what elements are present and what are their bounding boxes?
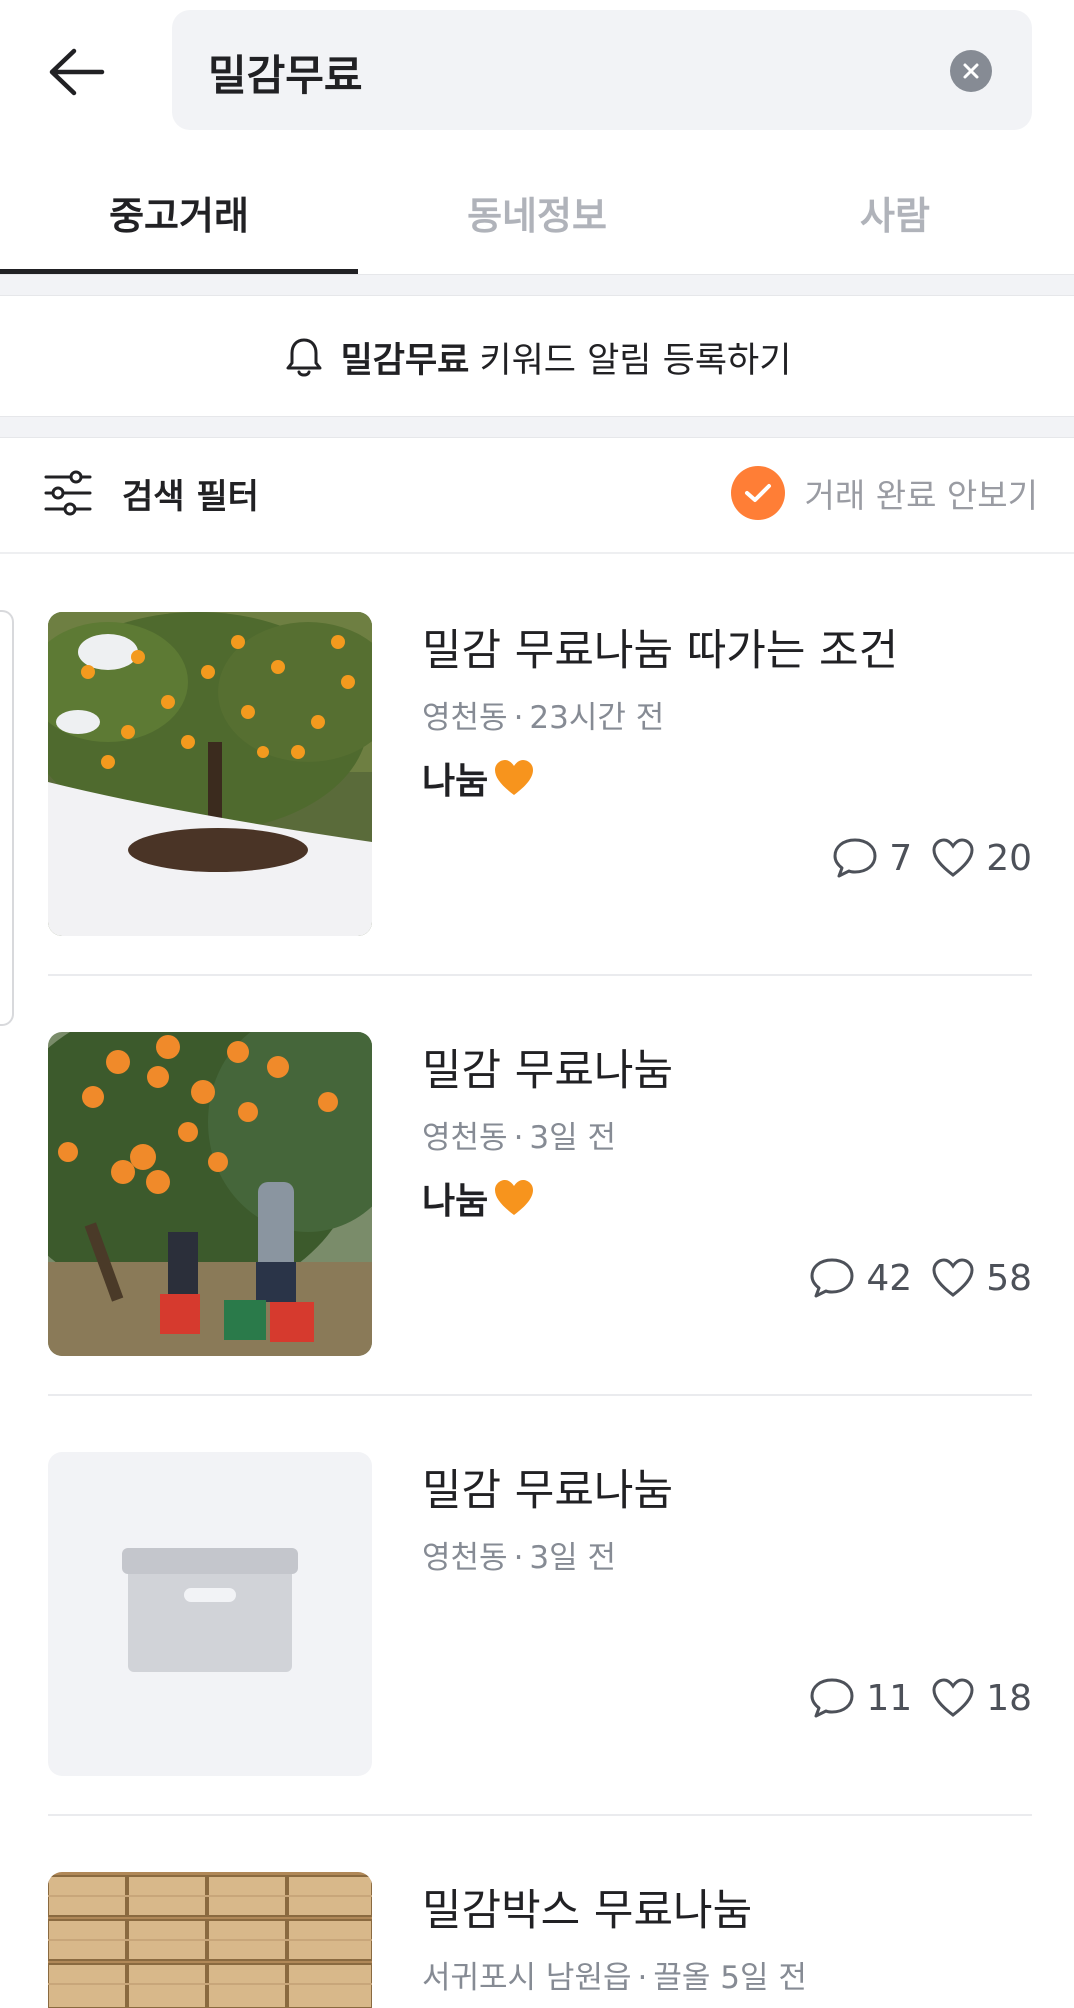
chat-bubble-icon: [833, 838, 877, 878]
item-price-text: 나눔: [422, 761, 489, 802]
item-meta: 영천동 · 3일 전: [422, 1120, 617, 1156]
clear-search-button[interactable]: [950, 50, 992, 92]
section-divider: [0, 416, 1074, 438]
item-title: 밀감 무료나눔 따가는 조건: [422, 626, 899, 676]
heart-outline-icon: [932, 1678, 974, 1717]
list-item[interactable]: 밀감 무료나눔 영천동 · 3일 전 11 18: [48, 1396, 1032, 1816]
item-location: 영천동: [422, 1120, 508, 1156]
search-header: 밀감무료: [0, 0, 1074, 140]
hide-completed-label: 거래 완료 안보기: [804, 476, 1039, 515]
item-thumbnail: [48, 612, 372, 936]
bell-icon: [286, 338, 322, 377]
list-item[interactable]: 밀감박스 무료나눔 서귀포시 남원읍 · 끌올 5일 전: [48, 1816, 1032, 2008]
item-location: 서귀포시 남원읍: [422, 1960, 632, 1996]
comment-count: 7: [889, 837, 913, 879]
tab-used-goods[interactable]: 중고거래: [0, 150, 358, 274]
list-item[interactable]: 밀감 무료나눔 따가는 조건 영천동 · 23시간 전 나눔 7 20: [48, 556, 1032, 976]
list-item[interactable]: 밀감 무료나눔 영천동 · 3일 전 나눔 42 58: [48, 976, 1032, 1396]
item-meta: 영천동 · 3일 전: [422, 1540, 617, 1576]
item-meta: 서귀포시 남원읍 · 끌올 5일 전: [422, 1960, 807, 1996]
item-time: 3일 전: [529, 1540, 617, 1576]
item-price: 나눔: [422, 752, 536, 804]
like-count: 58: [986, 1257, 1032, 1299]
item-title: 밀감박스 무료나눔: [422, 1886, 753, 1936]
orange-heart-icon: [495, 1180, 534, 1215]
item-stats: 11 18: [808, 1676, 1032, 1720]
arrow-left-icon: [49, 48, 105, 96]
item-thumbnail: [48, 1452, 372, 1776]
orange-heart-icon: [495, 760, 534, 795]
item-thumbnail: [48, 1872, 372, 2008]
item-time: 끌올 5일 전: [653, 1960, 807, 1996]
chat-bubble-icon: [810, 1258, 854, 1298]
search-input[interactable]: 밀감무료: [172, 10, 1032, 130]
item-meta: 영천동 · 23시간 전: [422, 700, 665, 736]
item-title: 밀감 무료나눔: [422, 1046, 674, 1096]
heart-outline-icon: [932, 1258, 974, 1297]
placeholder-box-icon: [122, 1548, 298, 1672]
tab-people[interactable]: 사람: [716, 150, 1074, 274]
filter-bar: 검색 필터 거래 완료 안보기: [0, 440, 1074, 554]
alert-keyword: 밀감무료: [340, 340, 470, 381]
heart-outline-icon: [932, 838, 974, 877]
checkbox-checked-icon: [730, 466, 785, 520]
scroll-indicator: [0, 610, 14, 1026]
search-filter-button[interactable]: 검색 필터: [44, 468, 259, 518]
item-price: 나눔: [422, 1172, 536, 1224]
tab-neighborhood-info[interactable]: 동네정보: [358, 150, 716, 274]
item-location: 영천동: [422, 700, 508, 736]
item-location: 영천동: [422, 1540, 508, 1576]
item-time: 3일 전: [529, 1120, 617, 1156]
item-thumbnail: [48, 1032, 372, 1356]
alert-text: 키워드 알림 등록하기: [479, 340, 792, 381]
like-count: 20: [986, 837, 1032, 879]
chat-bubble-icon: [810, 1678, 854, 1718]
keyword-alert-button[interactable]: 밀감무료 키워드 알림 등록하기: [0, 298, 1074, 416]
comment-count: 11: [866, 1677, 913, 1719]
sliders-icon: [44, 470, 92, 516]
close-icon: [963, 63, 979, 79]
back-button[interactable]: [44, 40, 108, 104]
item-time: 23시간 전: [529, 700, 665, 736]
item-price-text: 나눔: [422, 1181, 489, 1222]
item-stats: 42 58: [808, 1256, 1032, 1300]
result-tabs: 중고거래 동네정보 사람: [0, 150, 1074, 274]
like-count: 18: [986, 1677, 1032, 1719]
filter-label: 검색 필터: [122, 476, 259, 517]
item-stats: 7 20: [831, 836, 1032, 880]
section-divider: [0, 274, 1074, 296]
hide-completed-toggle[interactable]: 거래 완료 안보기: [730, 466, 1039, 520]
comment-count: 42: [866, 1257, 913, 1299]
search-query: 밀감무료: [208, 51, 363, 100]
item-title: 밀감 무료나눔: [422, 1466, 674, 1516]
